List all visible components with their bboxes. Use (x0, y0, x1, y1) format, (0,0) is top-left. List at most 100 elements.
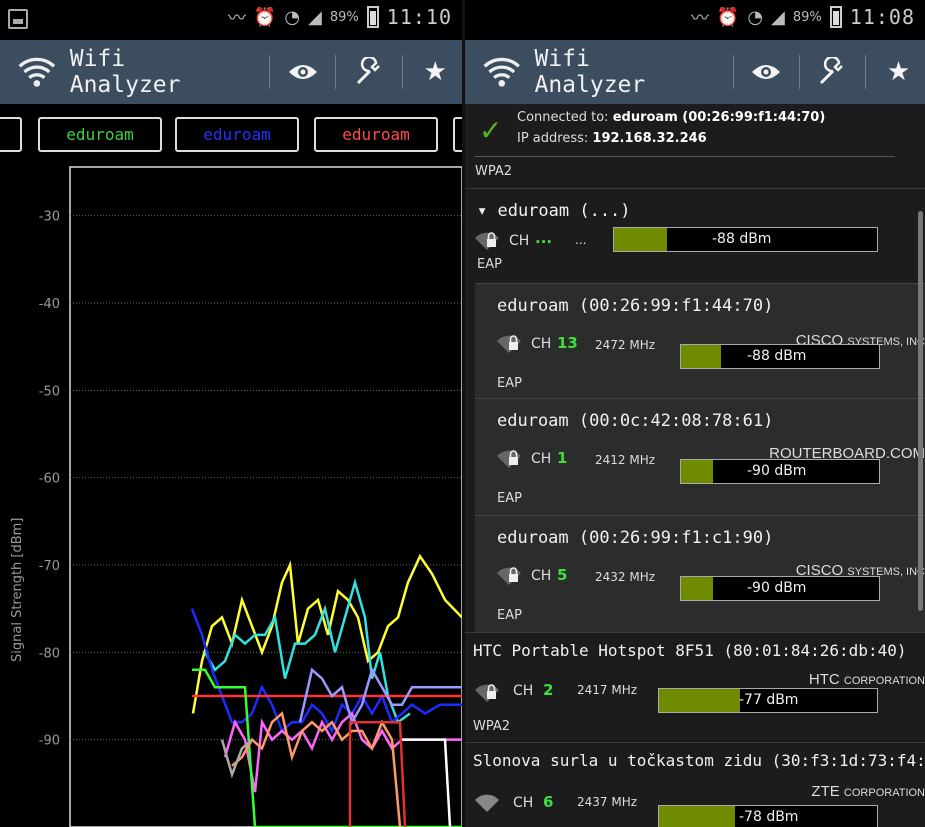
divider (475, 156, 895, 157)
wifi-lock-icon (475, 232, 499, 250)
security-label: EAP (497, 376, 522, 391)
signal-graph: -30 -40 -50 -60 -70 -80 -90 Signal Strength [d… (0, 162, 462, 827)
ip-prefix: IP address: (517, 131, 593, 146)
wifi-app-icon (483, 57, 520, 87)
frequency: 2417 MHz (577, 683, 638, 697)
channel-label: CH (509, 233, 530, 249)
channel-number: 5 (557, 566, 568, 584)
ssid-tab-1[interactable]: eduroam (38, 117, 162, 152)
security-label: EAP (477, 257, 502, 272)
signal-fill (681, 345, 721, 368)
ssid-tab-partial[interactable] (0, 117, 22, 152)
y-tick-label: -50 (39, 384, 60, 399)
wifi-app-icon (18, 57, 56, 87)
alarm-icon: ⏰ (253, 6, 277, 28)
star-icon: ★ (423, 57, 447, 87)
ip-address: IP address: 192.168.32.246 (517, 131, 707, 146)
channel-label: CH (513, 795, 534, 811)
channel-number: 2 (543, 681, 554, 699)
signal-value: -90 dBm (747, 463, 807, 479)
connected-to: Connected to: eduroam (00:26:99:f1:44:70… (517, 110, 825, 125)
signal-traces (190, 553, 462, 827)
separator (865, 55, 866, 89)
view-eye-button[interactable] (276, 40, 329, 104)
signal-fill (681, 460, 713, 483)
y-axis-title: Signal Strength [dBm] (10, 517, 25, 662)
network-title: Slonova surla u točkastom zidu (30:f3:1d… (473, 751, 925, 770)
access-points-screen: 〰 ⏰ ◔ ◢ 89% 11:08 Wifi Analyzer ★ ✓ Conn… (465, 0, 925, 827)
signal-value: -88 dBm (712, 231, 772, 247)
network-group[interactable]: ▾ eduroam (...) CH ... ... -88 dBm EAP (465, 188, 925, 283)
star-icon: ★ (886, 57, 911, 87)
network-item[interactable]: eduroam (00:0c:42:08:78:61) ROUTERBOARD.… (475, 398, 925, 515)
settings-wrench-button[interactable] (342, 40, 395, 104)
app-title: Wifi Analyzer (534, 46, 646, 98)
list-item: WPA2 (465, 156, 925, 188)
screenshot-icon (8, 9, 28, 29)
wrench-icon (356, 57, 380, 85)
ssid-tab-3[interactable]: eduroam (314, 117, 438, 152)
signal-trace (223, 711, 462, 793)
battery-percent: 89% (792, 9, 822, 25)
network-item[interactable]: HTC Portable Hotspot 8F51 (80:01:84:26:d… (465, 632, 925, 742)
signal-bar: -88 dBm (613, 227, 878, 252)
separator (733, 55, 734, 89)
signal-fill (614, 228, 667, 251)
status-bar: 〰 ⏰ ◔ ◢ 89% 11:10 (0, 0, 462, 40)
separator (799, 55, 800, 89)
settings-wrench-button[interactable] (806, 40, 859, 104)
scrollbar[interactable] (918, 211, 923, 611)
vendor-suffix: CORPORATION (843, 787, 925, 799)
graph-screen: 〰 ⏰ ◔ ◢ 89% 11:10 Wifi Analyzer ★ eduroa… (0, 0, 462, 827)
access-point-list[interactable]: WPA2 ▾ eduroam (...) CH ... ... -88 dBm … (465, 156, 925, 827)
signal-chart: -30 -40 -50 -60 -70 -80 -90 (39, 166, 462, 827)
favorite-button[interactable]: ★ (872, 40, 925, 104)
channel-label: CH (531, 568, 552, 584)
status-bar: 〰 ⏰ ◔ ◢ 89% 11:08 (465, 0, 925, 40)
ssid-tabs: eduroam eduroam eduroam (0, 104, 462, 162)
network-title: eduroam (00:26:99:f1:44:70) (497, 296, 774, 316)
y-tick-label: -70 (39, 559, 60, 574)
eye-icon (288, 65, 317, 79)
vendor-suffix: CORPORATION (843, 675, 925, 687)
view-eye-button[interactable] (740, 40, 793, 104)
y-tick-label: -60 (39, 472, 60, 487)
ssid-tab-2[interactable]: eduroam (175, 117, 299, 152)
network-item[interactable]: eduroam (00:26:99:f1:c1:90) CISCO SYSTEM… (475, 515, 925, 632)
frequency: 2437 MHz (577, 795, 638, 809)
app-title: Wifi Analyzer (69, 46, 181, 98)
y-tick-label: -30 (39, 210, 60, 225)
signal-trace (192, 668, 462, 827)
security-label: WPA2 (475, 164, 513, 179)
y-tick-label: -90 (39, 734, 60, 749)
signal-bar: -77 dBm (658, 688, 878, 713)
signal-value: -90 dBm (747, 580, 807, 596)
separator (269, 55, 271, 89)
network-item[interactable]: eduroam (00:26:99:f1:44:70) CISCO SYSTEM… (475, 283, 925, 398)
battery-percent: 89% (329, 9, 359, 25)
wifi-status-icon: ◔ (747, 6, 764, 28)
ip-value: 192.168.32.246 (592, 131, 707, 146)
signal-value: -88 dBm (747, 348, 807, 364)
connected-prefix: Connected to: (517, 110, 613, 125)
network-item[interactable]: Slonova surla u točkastom zidu (30:f3:1d… (465, 742, 925, 827)
channel-label: CH (531, 451, 552, 467)
signal-value: -77 dBm (739, 692, 799, 708)
ssid-tab-partial[interactable] (453, 117, 462, 152)
wifi-lock-icon (497, 567, 521, 585)
vibrate-icon: 〰 (690, 8, 709, 29)
signal-fill (681, 577, 713, 600)
vendor-name: ZTE (811, 783, 840, 800)
wifi-lock-icon (475, 684, 499, 702)
channel-number: ... (535, 229, 553, 247)
channel-number: 13 (557, 334, 578, 352)
security-label: EAP (497, 608, 522, 623)
favorite-button[interactable]: ★ (409, 40, 462, 104)
security-label: WPA2 (473, 719, 511, 734)
check-icon: ✓ (479, 114, 503, 147)
vibrate-icon: 〰 (227, 8, 246, 29)
signal-trace (400, 738, 452, 827)
vendor: ZTE CORPORATION (811, 783, 925, 800)
channel-number: 1 (557, 449, 568, 467)
frequency: 2472 MHz (595, 338, 656, 352)
